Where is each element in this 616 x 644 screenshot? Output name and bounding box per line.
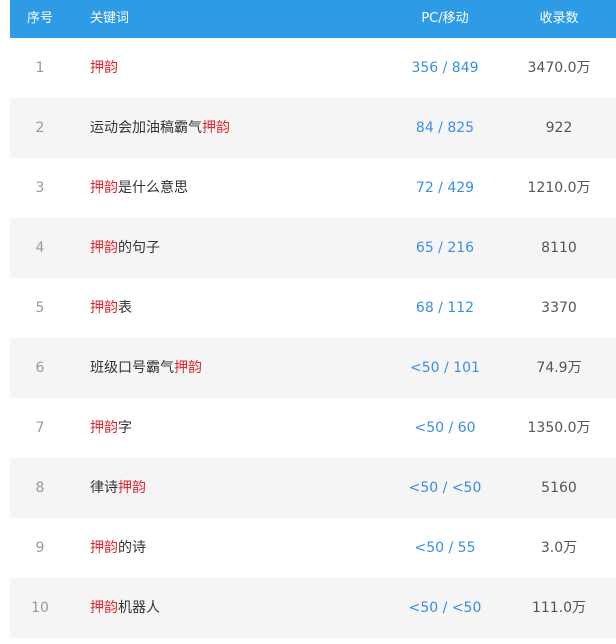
indexed-count: 5160: [541, 480, 577, 496]
keyword-prefix: 班级口号霸气: [90, 360, 174, 376]
row-index: 6: [35, 360, 45, 376]
header-index: 序号: [26, 11, 53, 26]
pc-mobile-link[interactable]: 68 / 112: [370, 278, 520, 338]
keyword-highlight: 押韵: [90, 540, 118, 556]
keyword-link[interactable]: 押韵的诗: [90, 518, 146, 578]
table-row: 8 律诗押韵 <50 / <50 5160: [10, 458, 616, 518]
keyword-link[interactable]: 押韵表: [90, 278, 132, 338]
pc-mobile-link[interactable]: 356 / 849: [370, 38, 520, 98]
keyword-suffix: 字: [118, 420, 132, 436]
keyword-link[interactable]: 押韵是什么意思: [90, 158, 188, 218]
keyword-table: 序号 关键词 PC/移动 收录数 1 押韵 356 / 849 3470.0万 …: [10, 0, 616, 638]
row-index: 1: [35, 60, 45, 76]
keyword-highlight: 押韵: [90, 300, 118, 316]
keyword-suffix: 表: [118, 300, 132, 316]
keyword-highlight: 押韵: [90, 60, 118, 76]
row-index: 2: [35, 120, 45, 136]
keyword-prefix: 运动会加油稿霸气: [90, 120, 202, 136]
row-index: 10: [31, 600, 49, 616]
table-row: 3 押韵是什么意思 72 / 429 1210.0万: [10, 158, 616, 218]
indexed-count: 111.0万: [531, 600, 587, 616]
keyword-link[interactable]: 运动会加油稿霸气押韵: [90, 98, 230, 158]
keyword-suffix: 机器人: [118, 600, 160, 616]
keyword-highlight: 押韵: [90, 420, 118, 436]
row-index: 9: [35, 540, 45, 556]
keyword-link[interactable]: 律诗押韵: [90, 458, 146, 518]
table-row: 7 押韵字 <50 / 60 1350.0万: [10, 398, 616, 458]
pc-mobile-link[interactable]: <50 / <50: [370, 578, 520, 638]
keyword-link[interactable]: 押韵: [90, 38, 118, 98]
keyword-highlight: 押韵: [174, 360, 202, 376]
keyword-highlight: 押韵: [90, 240, 118, 256]
indexed-count: 1350.0万: [527, 420, 591, 436]
keyword-highlight: 押韵: [202, 120, 230, 136]
indexed-count: 3.0万: [540, 540, 578, 556]
header-indexed-count: 收录数: [539, 11, 579, 26]
table-row: 5 押韵表 68 / 112 3370: [10, 278, 616, 338]
indexed-count: 3470.0万: [527, 60, 591, 76]
keyword-link[interactable]: 班级口号霸气押韵: [90, 338, 202, 398]
table-row: 6 班级口号霸气押韵 <50 / 101 74.9万: [10, 338, 616, 398]
keyword-suffix: 的句子: [118, 240, 160, 256]
pc-mobile-link[interactable]: 84 / 825: [370, 98, 520, 158]
keyword-prefix: 律诗: [90, 480, 118, 496]
pc-mobile-link[interactable]: 65 / 216: [370, 218, 520, 278]
table-row: 2 运动会加油稿霸气押韵 84 / 825 922: [10, 98, 616, 158]
indexed-count: 8110: [541, 240, 577, 256]
keyword-highlight: 押韵: [90, 600, 118, 616]
indexed-count: 3370: [541, 300, 577, 316]
header-keyword: 关键词: [90, 11, 130, 26]
keyword-highlight: 押韵: [118, 480, 146, 496]
keyword-link[interactable]: 押韵机器人: [90, 578, 160, 638]
pc-mobile-link[interactable]: 72 / 429: [370, 158, 520, 218]
table-header: 序号 关键词 PC/移动 收录数: [10, 0, 616, 38]
header-pc-mobile: PC/移动: [421, 11, 469, 26]
indexed-count: 922: [545, 120, 573, 136]
row-index: 4: [35, 240, 45, 256]
keyword-link[interactable]: 押韵字: [90, 398, 132, 458]
indexed-count: 1210.0万: [527, 180, 591, 196]
row-index: 3: [35, 180, 45, 196]
pc-mobile-link[interactable]: <50 / 101: [370, 338, 520, 398]
row-index: 5: [35, 300, 45, 316]
keyword-suffix: 的诗: [118, 540, 146, 556]
table-row: 10 押韵机器人 <50 / <50 111.0万: [10, 578, 616, 638]
keyword-highlight: 押韵: [90, 180, 118, 196]
indexed-count: 74.9万: [536, 360, 582, 376]
row-index: 7: [35, 420, 45, 436]
table-body: 1 押韵 356 / 849 3470.0万 2 运动会加油稿霸气押韵 84 /…: [10, 38, 616, 638]
table-row: 4 押韵的句子 65 / 216 8110: [10, 218, 616, 278]
pc-mobile-link[interactable]: <50 / 60: [370, 398, 520, 458]
keyword-suffix: 是什么意思: [118, 180, 188, 196]
table-row: 1 押韵 356 / 849 3470.0万: [10, 38, 616, 98]
row-index: 8: [35, 480, 45, 496]
pc-mobile-link[interactable]: <50 / <50: [370, 458, 520, 518]
table-row: 9 押韵的诗 <50 / 55 3.0万: [10, 518, 616, 578]
pc-mobile-link[interactable]: <50 / 55: [370, 518, 520, 578]
keyword-link[interactable]: 押韵的句子: [90, 218, 160, 278]
